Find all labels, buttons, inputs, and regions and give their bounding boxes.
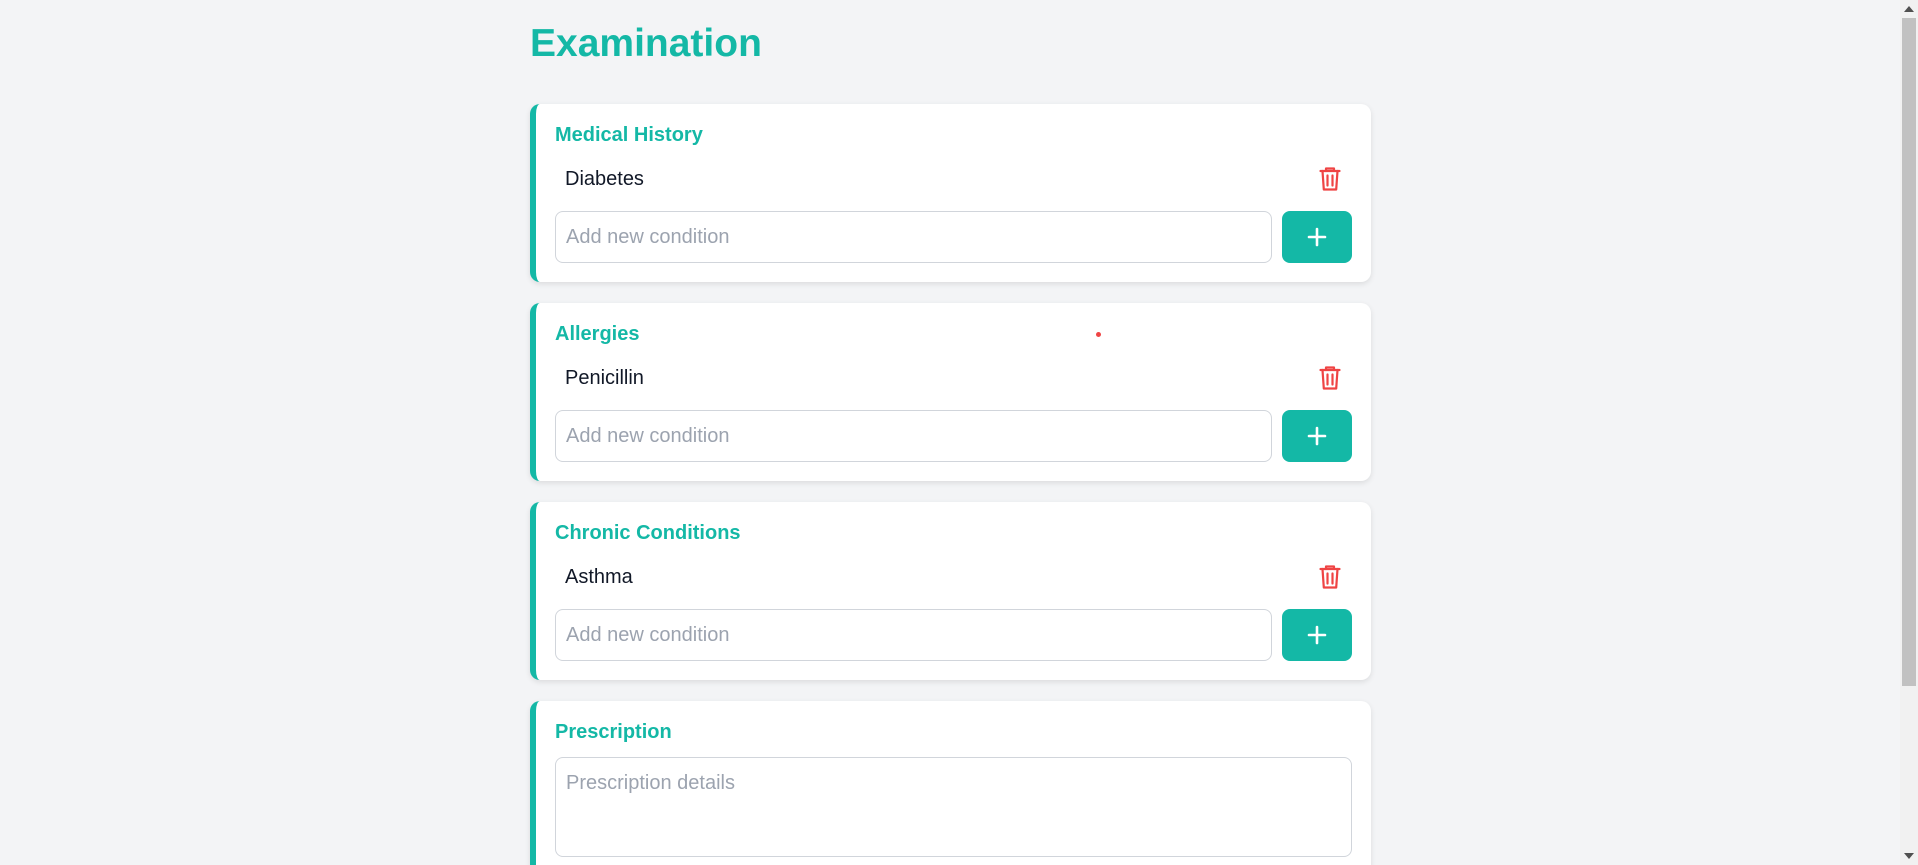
prescription-textarea[interactable] — [555, 757, 1352, 857]
vertical-scrollbar[interactable] — [1900, 0, 1918, 865]
condition-text: Penicillin — [565, 366, 644, 389]
plus-icon — [1307, 426, 1327, 446]
add-condition-button[interactable] — [1282, 609, 1352, 661]
prescription-title: Prescription — [555, 721, 672, 743]
trash-icon[interactable] — [1312, 559, 1348, 595]
plus-icon — [1307, 227, 1327, 247]
chronic-conditions-title: Chronic Conditions — [555, 522, 741, 544]
medical-history-title: Medical History — [555, 124, 703, 146]
page: Examination Medical History Diabetes Add… — [0, 0, 1918, 865]
add-condition-input[interactable] — [555, 211, 1272, 263]
prescription-card: Prescription — [530, 701, 1371, 865]
allergies-title: Allergies — [555, 323, 640, 345]
scroll-thumb[interactable] — [1902, 18, 1916, 686]
list-item: Diabetes — [555, 164, 1352, 194]
trash-icon[interactable] — [1312, 161, 1348, 197]
chronic-conditions-card: Chronic Conditions Asthma — [530, 502, 1371, 680]
scroll-up-icon[interactable] — [1904, 6, 1914, 12]
page-title: Examination — [530, 22, 762, 65]
add-condition-row — [555, 410, 1352, 462]
condition-text: Diabetes — [565, 167, 644, 190]
condition-text: Asthma — [565, 565, 633, 588]
cursor-dot — [1096, 332, 1101, 337]
add-condition-input[interactable] — [555, 609, 1272, 661]
plus-icon — [1307, 625, 1327, 645]
examination-container: Examination Medical History Diabetes Add… — [530, 0, 1371, 865]
list-item: Asthma — [555, 562, 1352, 592]
add-condition-button[interactable] — [1282, 410, 1352, 462]
scroll-down-icon[interactable] — [1904, 853, 1914, 859]
add-condition-input[interactable] — [555, 410, 1272, 462]
list-item: Penicillin — [555, 363, 1352, 393]
allergies-card: Allergies Penicillin — [530, 303, 1371, 481]
add-condition-row — [555, 211, 1352, 263]
medical-history-card: Medical History Diabetes — [530, 104, 1371, 282]
add-condition-row — [555, 609, 1352, 661]
add-condition-button[interactable] — [1282, 211, 1352, 263]
trash-icon[interactable] — [1312, 360, 1348, 396]
